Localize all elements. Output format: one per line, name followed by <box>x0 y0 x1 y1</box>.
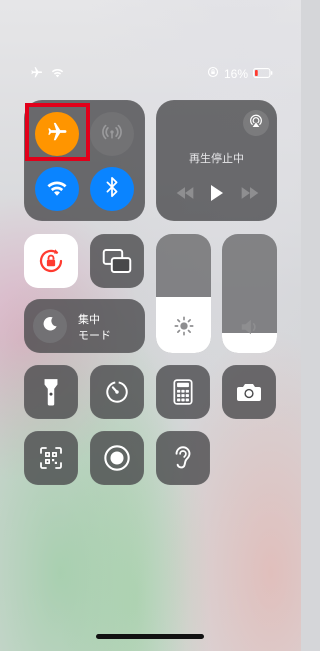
moon-icon <box>41 315 59 337</box>
airplane-icon <box>46 121 68 147</box>
orientation-lock-icon <box>207 66 219 81</box>
flashlight-icon <box>24 365 78 419</box>
screen-mirroring-icon <box>90 234 144 288</box>
volume-slider[interactable] <box>222 234 277 353</box>
hearing-icon <box>156 431 210 485</box>
camera-icon <box>222 365 276 419</box>
airplay-audio-button[interactable] <box>243 110 269 136</box>
bluetooth-toggle[interactable] <box>90 167 134 211</box>
qr-code-scanner-icon <box>24 431 78 485</box>
moon-icon-container <box>33 309 67 343</box>
screen-recording-button[interactable] <box>90 431 144 485</box>
orientation-lock-icon <box>24 234 78 288</box>
brightness-slider[interactable] <box>156 234 211 353</box>
battery-icon <box>253 67 273 81</box>
status-bar: 16% <box>30 66 273 84</box>
now-playing-module[interactable]: 再生停止中 <box>156 100 277 221</box>
bluetooth-icon <box>105 176 119 202</box>
fast-forward-button[interactable] <box>238 184 262 202</box>
screen-mirroring-button[interactable] <box>90 234 144 288</box>
playback-status: 再生停止中 <box>189 152 244 165</box>
camera-button[interactable] <box>222 365 276 419</box>
battery-percent: 16% <box>223 66 248 81</box>
flashlight-button[interactable] <box>24 365 78 419</box>
calculator-button[interactable] <box>156 365 210 419</box>
timer-icon <box>90 365 144 419</box>
wifi-toggle[interactable] <box>35 167 79 211</box>
hearing-button[interactable] <box>156 431 210 485</box>
wifi-icon <box>51 67 64 81</box>
airplane-icon <box>30 66 43 82</box>
wifi-icon <box>46 179 68 200</box>
cellular-antenna-icon <box>101 121 123 147</box>
rewind-button[interactable] <box>173 184 197 202</box>
timer-button[interactable] <box>90 365 144 419</box>
focus-label-line2: モード <box>78 329 111 342</box>
focus-mode-button[interactable]: 集中 モード <box>24 299 145 353</box>
focus-label-line1: 集中 <box>78 313 100 326</box>
screen-recording-icon <box>90 431 144 485</box>
calculator-icon <box>156 365 210 419</box>
airplane-mode-toggle[interactable] <box>35 112 79 156</box>
qr-code-scanner-button[interactable] <box>24 431 78 485</box>
speaker-icon <box>222 317 277 337</box>
home-indicator[interactable] <box>96 634 204 639</box>
sun-icon <box>156 315 211 337</box>
airplay-audio-icon <box>248 113 264 133</box>
play-button[interactable] <box>207 182 227 204</box>
cellular-data-toggle[interactable] <box>90 112 134 156</box>
orientation-lock-toggle[interactable] <box>24 234 78 288</box>
